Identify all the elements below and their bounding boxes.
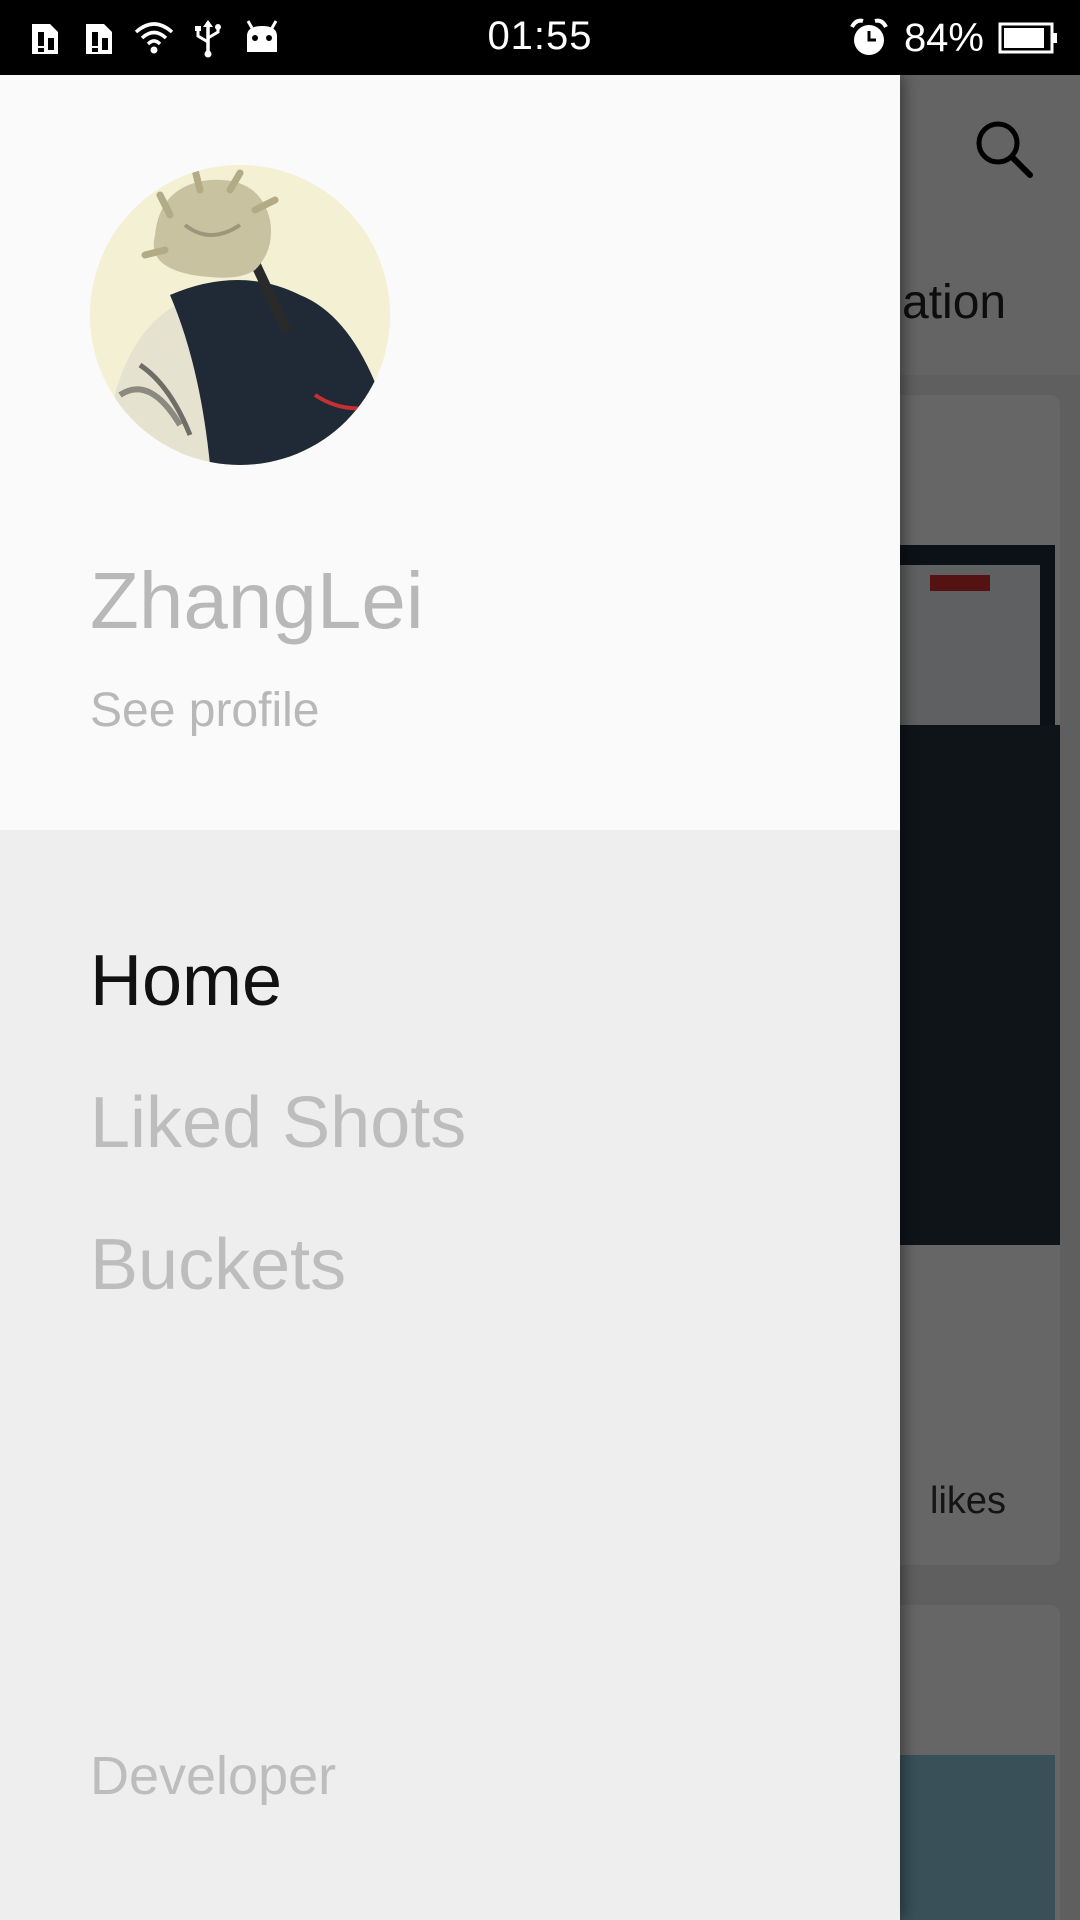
menu-item-buckets[interactable]: Buckets <box>90 1194 870 1336</box>
status-bar: 01:55 84% <box>0 0 1080 75</box>
user-name[interactable]: ZhangLei <box>90 555 424 647</box>
navigation-drawer: ZhangLei See profile Home Liked Shots Bu… <box>0 75 900 1920</box>
battery-icon <box>998 22 1057 54</box>
menu-item-developer[interactable]: Developer <box>90 1745 336 1807</box>
menu-item-home[interactable]: Home <box>90 910 870 1052</box>
drawer-header[interactable]: ZhangLei See profile <box>0 75 900 830</box>
drawer-menu: Home Liked Shots Buckets <box>90 910 870 1336</box>
menu-item-liked-shots[interactable]: Liked Shots <box>90 1052 870 1194</box>
battery-percentage: 84% <box>903 15 984 60</box>
alarm-icon <box>850 18 888 55</box>
see-profile-link[interactable]: See profile <box>90 683 319 738</box>
avatar[interactable] <box>90 165 390 465</box>
